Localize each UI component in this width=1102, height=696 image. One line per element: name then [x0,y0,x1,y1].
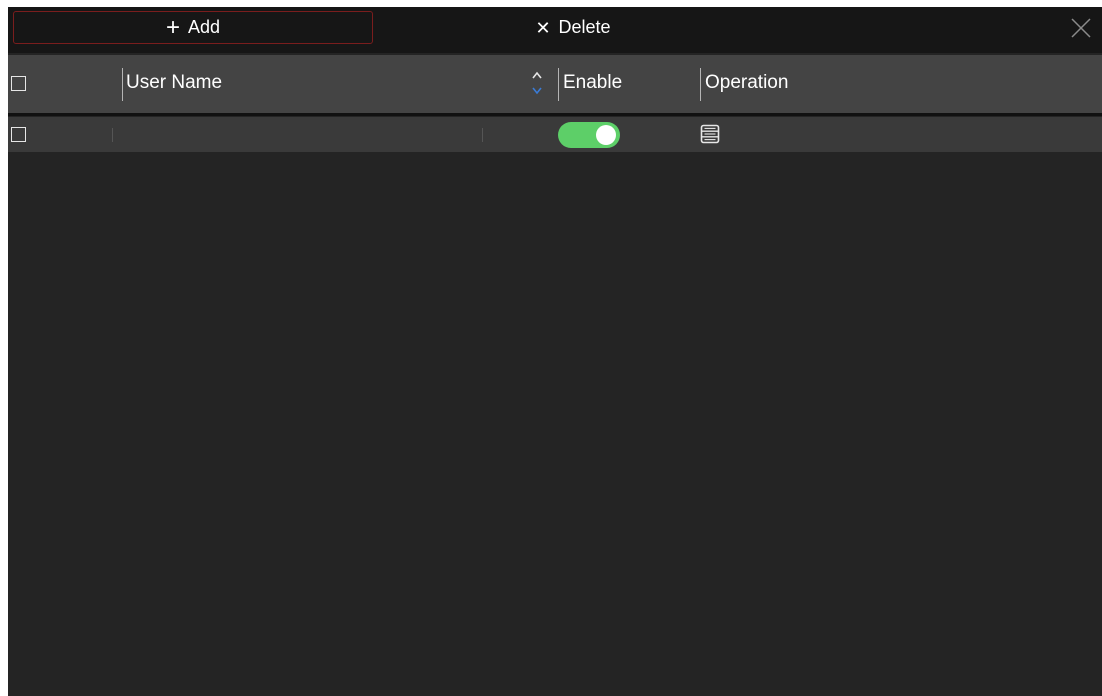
column-header-user-name[interactable]: User Name [126,71,222,95]
column-separator[interactable] [700,68,701,101]
enable-toggle[interactable] [558,122,620,148]
add-button-label: Add [187,17,221,37]
user-management-panel: + Add ✕ Delete User Name Enable Operatio… [8,7,1102,696]
column-header-enable[interactable]: Enable [563,71,622,95]
column-separator[interactable] [122,68,123,101]
row-separator [112,128,113,142]
select-all-checkbox[interactable] [11,76,26,91]
table-row[interactable] [8,117,1102,152]
row-separator [482,128,483,142]
plus-icon: + [165,13,180,41]
table-header: User Name Enable Operation [8,55,1102,113]
header-divider [8,113,1102,116]
row-checkbox[interactable] [11,127,26,142]
delete-button[interactable]: ✕ Delete [513,11,633,44]
close-icon[interactable] [1070,17,1092,39]
x-icon: ✕ [535,17,551,38]
toggle-knob [596,125,616,145]
column-header-operation[interactable]: Operation [705,71,788,95]
column-separator[interactable] [558,68,559,101]
delete-button-label: Delete [558,17,611,37]
server-list-icon[interactable] [700,124,720,144]
sort-icon[interactable] [530,68,544,98]
add-button[interactable]: + Add [13,11,373,44]
toolbar: + Add ✕ Delete [8,7,1102,53]
